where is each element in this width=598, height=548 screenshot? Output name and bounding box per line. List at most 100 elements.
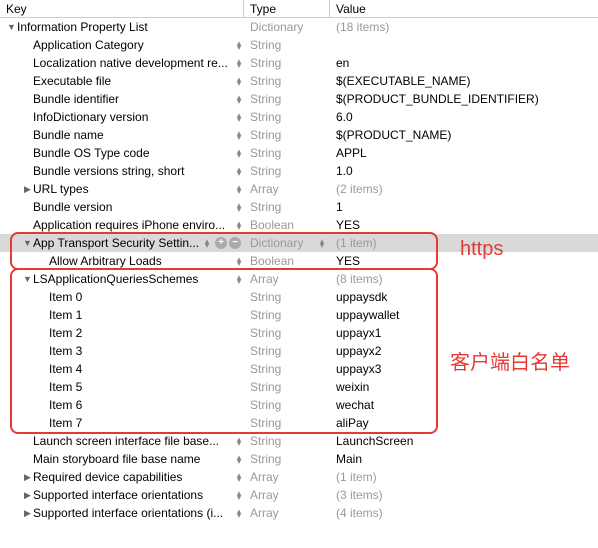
value-cell[interactable]: 6.0 bbox=[330, 110, 598, 124]
table-row[interactable]: Allow Arbitrary Loads▴▾BooleanYES bbox=[0, 252, 598, 270]
add-button[interactable]: + bbox=[215, 237, 227, 249]
key-stepper-icon[interactable]: ▴▾ bbox=[234, 59, 244, 67]
key-stepper-icon[interactable]: ▴▾ bbox=[234, 203, 244, 211]
header-key[interactable]: Key bbox=[0, 0, 244, 17]
key-text[interactable]: Information Property List bbox=[17, 20, 244, 34]
table-row[interactable]: ▼LSApplicationQueriesSchemes▴▾Array(8 it… bbox=[0, 270, 598, 288]
type-cell[interactable]: Array bbox=[244, 488, 330, 502]
value-cell[interactable]: (8 items) bbox=[330, 272, 598, 286]
table-row[interactable]: ▶URL types▴▾Array(2 items) bbox=[0, 180, 598, 198]
key-cell[interactable]: Item 5 bbox=[0, 380, 244, 394]
table-row[interactable]: Item 6Stringwechat bbox=[0, 396, 598, 414]
key-text[interactable]: Main storyboard file base name bbox=[33, 452, 234, 466]
type-cell[interactable]: String bbox=[244, 74, 330, 88]
key-cell[interactable]: Item 4 bbox=[0, 362, 244, 376]
value-cell[interactable]: uppaywallet bbox=[330, 308, 598, 322]
key-cell[interactable]: ▶URL types▴▾ bbox=[0, 182, 244, 196]
table-row[interactable]: Localization native development re...▴▾S… bbox=[0, 54, 598, 72]
value-cell[interactable]: (2 items) bbox=[330, 182, 598, 196]
table-row[interactable]: Item 7StringaliPay bbox=[0, 414, 598, 432]
header-value[interactable]: Value bbox=[330, 0, 598, 17]
table-row[interactable]: Bundle name▴▾String$(PRODUCT_NAME) bbox=[0, 126, 598, 144]
table-row[interactable]: Launch screen interface file base...▴▾St… bbox=[0, 432, 598, 450]
key-text[interactable]: Bundle versions string, short bbox=[33, 164, 234, 178]
key-cell[interactable]: Bundle versions string, short▴▾ bbox=[0, 164, 244, 178]
key-text[interactable]: Supported interface orientations (i... bbox=[33, 506, 234, 520]
key-text[interactable]: LSApplicationQueriesSchemes bbox=[33, 272, 234, 286]
key-stepper-icon[interactable]: ▴▾ bbox=[234, 131, 244, 139]
key-stepper-icon[interactable]: ▴▾ bbox=[234, 509, 244, 517]
key-cell[interactable]: Bundle OS Type code▴▾ bbox=[0, 146, 244, 160]
table-row[interactable]: Application Category▴▾String bbox=[0, 36, 598, 54]
table-row[interactable]: Main storyboard file base name▴▾StringMa… bbox=[0, 450, 598, 468]
table-row[interactable]: ▶Supported interface orientations (i...▴… bbox=[0, 504, 598, 522]
value-cell[interactable]: Main bbox=[330, 452, 598, 466]
key-text[interactable]: Supported interface orientations bbox=[33, 488, 234, 502]
key-cell[interactable]: Allow Arbitrary Loads▴▾ bbox=[0, 254, 244, 268]
key-text[interactable]: Bundle name bbox=[33, 128, 234, 142]
key-text[interactable]: Item 4 bbox=[49, 362, 244, 376]
key-text[interactable]: Application Category bbox=[33, 38, 234, 52]
key-stepper-icon[interactable]: ▴▾ bbox=[234, 113, 244, 121]
type-cell[interactable]: String bbox=[244, 290, 330, 304]
key-stepper-icon[interactable]: ▴▾ bbox=[234, 221, 244, 229]
value-cell[interactable]: APPL bbox=[330, 146, 598, 160]
disclosure-right-icon[interactable]: ▶ bbox=[22, 490, 33, 501]
table-row[interactable]: Item 5Stringweixin bbox=[0, 378, 598, 396]
type-cell[interactable]: Array bbox=[244, 272, 330, 286]
key-cell[interactable]: Item 2 bbox=[0, 326, 244, 340]
type-stepper-icon[interactable]: ▴▾ bbox=[317, 239, 327, 247]
remove-button[interactable]: − bbox=[229, 237, 241, 249]
key-text[interactable]: Allow Arbitrary Loads bbox=[49, 254, 234, 268]
header-type[interactable]: Type bbox=[244, 0, 330, 17]
type-cell[interactable]: Array bbox=[244, 470, 330, 484]
key-cell[interactable]: ▶Supported interface orientations▴▾ bbox=[0, 488, 244, 502]
type-cell[interactable]: String bbox=[244, 380, 330, 394]
key-stepper-icon[interactable]: ▴▾ bbox=[234, 491, 244, 499]
type-cell[interactable]: String bbox=[244, 146, 330, 160]
type-cell[interactable]: String bbox=[244, 38, 330, 52]
key-stepper-icon[interactable]: ▴▾ bbox=[234, 455, 244, 463]
value-cell[interactable]: (4 items) bbox=[330, 506, 598, 520]
table-row[interactable]: Application requires iPhone enviro...▴▾B… bbox=[0, 216, 598, 234]
key-cell[interactable]: Bundle version▴▾ bbox=[0, 200, 244, 214]
key-cell[interactable]: Application requires iPhone enviro...▴▾ bbox=[0, 218, 244, 232]
table-row[interactable]: ▶Required device capabilities▴▾Array(1 i… bbox=[0, 468, 598, 486]
type-cell[interactable]: String bbox=[244, 200, 330, 214]
value-cell[interactable]: (1 item) bbox=[330, 470, 598, 484]
type-cell[interactable]: String bbox=[244, 164, 330, 178]
key-cell[interactable]: Item 7 bbox=[0, 416, 244, 430]
key-text[interactable]: Bundle identifier bbox=[33, 92, 234, 106]
key-text[interactable]: App Transport Security Settin... bbox=[33, 236, 202, 250]
key-stepper-icon[interactable]: ▴▾ bbox=[202, 239, 212, 247]
type-cell[interactable]: String bbox=[244, 56, 330, 70]
key-stepper-icon[interactable]: ▴▾ bbox=[234, 77, 244, 85]
key-text[interactable]: Launch screen interface file base... bbox=[33, 434, 234, 448]
key-cell[interactable]: Application Category▴▾ bbox=[0, 38, 244, 52]
table-row[interactable]: Bundle version▴▾String1 bbox=[0, 198, 598, 216]
value-cell[interactable]: 1 bbox=[330, 200, 598, 214]
key-text[interactable]: InfoDictionary version bbox=[33, 110, 234, 124]
table-row[interactable]: InfoDictionary version▴▾String6.0 bbox=[0, 108, 598, 126]
key-stepper-icon[interactable]: ▴▾ bbox=[234, 275, 244, 283]
key-text[interactable]: Application requires iPhone enviro... bbox=[33, 218, 234, 232]
type-cell[interactable]: String bbox=[244, 110, 330, 124]
disclosure-down-icon[interactable]: ▼ bbox=[22, 238, 33, 248]
key-cell[interactable]: Bundle identifier▴▾ bbox=[0, 92, 244, 106]
type-cell[interactable]: Boolean bbox=[244, 254, 330, 268]
disclosure-right-icon[interactable]: ▶ bbox=[22, 472, 33, 483]
key-text[interactable]: Localization native development re... bbox=[33, 56, 234, 70]
type-cell[interactable]: Array bbox=[244, 506, 330, 520]
value-cell[interactable]: uppaysdk bbox=[330, 290, 598, 304]
table-row[interactable]: Bundle identifier▴▾String$(PRODUCT_BUNDL… bbox=[0, 90, 598, 108]
table-row[interactable]: Item 1Stringuppaywallet bbox=[0, 306, 598, 324]
type-cell[interactable]: Boolean bbox=[244, 218, 330, 232]
key-cell[interactable]: InfoDictionary version▴▾ bbox=[0, 110, 244, 124]
type-cell[interactable]: String bbox=[244, 452, 330, 466]
key-text[interactable]: Item 7 bbox=[49, 416, 244, 430]
key-text[interactable]: Item 2 bbox=[49, 326, 244, 340]
disclosure-down-icon[interactable]: ▼ bbox=[22, 274, 33, 284]
value-cell[interactable]: $(PRODUCT_NAME) bbox=[330, 128, 598, 142]
key-stepper-icon[interactable]: ▴▾ bbox=[234, 437, 244, 445]
key-text[interactable]: Item 6 bbox=[49, 398, 244, 412]
